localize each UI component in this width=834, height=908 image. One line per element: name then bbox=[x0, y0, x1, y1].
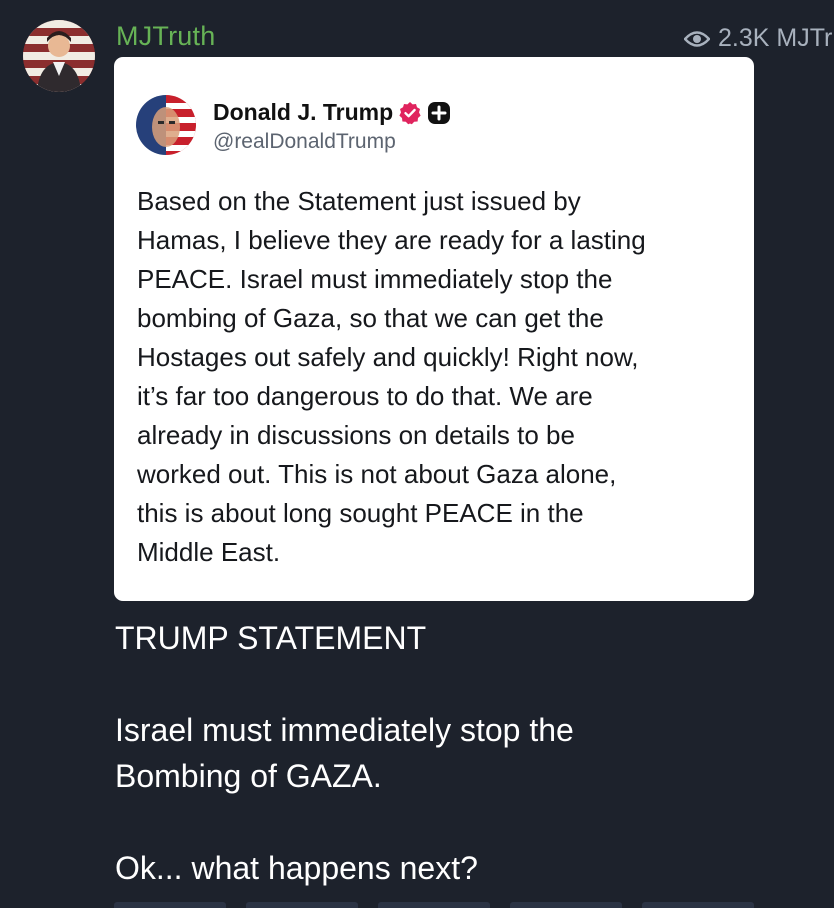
reaction-chip[interactable] bbox=[378, 902, 490, 908]
reaction-chip[interactable] bbox=[642, 902, 754, 908]
embedded-post-screenshot[interactable]: Donald J. Trump @realDonaldTrump Based o… bbox=[114, 57, 754, 601]
channel-post: MJTruth 2.3K MJTru Donald J. Trump @real… bbox=[0, 0, 834, 908]
caption-line: Israel must immediately stop the bbox=[115, 712, 574, 748]
verified-badge-icon bbox=[399, 101, 421, 124]
eye-icon bbox=[684, 30, 710, 47]
reaction-chip[interactable] bbox=[246, 902, 358, 908]
view-count-text: 2.3K MJTru bbox=[718, 24, 834, 52]
channel-name[interactable]: MJTruth bbox=[116, 21, 215, 52]
author-avatar-image bbox=[136, 95, 196, 155]
caption-line: TRUMP STATEMENT bbox=[115, 620, 427, 656]
author-handle: @realDonaldTrump bbox=[213, 130, 396, 153]
author-name-text: Donald J. Trump bbox=[213, 99, 394, 125]
post-caption: TRUMP STATEMENT Israel must immediately … bbox=[115, 615, 815, 891]
view-count: 2.3K MJTru bbox=[684, 24, 834, 53]
caption-line: Ok... what happens next? bbox=[115, 850, 478, 886]
caption-line: Bombing of GAZA. bbox=[115, 758, 382, 794]
channel-avatar[interactable] bbox=[23, 20, 95, 92]
reaction-chip[interactable] bbox=[114, 902, 226, 908]
reaction-chip[interactable] bbox=[510, 902, 622, 908]
reaction-bar-edge bbox=[114, 902, 754, 908]
avatar-image bbox=[23, 20, 95, 92]
plus-badge-icon bbox=[428, 101, 451, 124]
author-avatar bbox=[136, 95, 196, 155]
author-name: Donald J. Trump bbox=[213, 99, 451, 126]
embedded-post-body: Based on the Statement just issued by Ha… bbox=[137, 186, 646, 567]
